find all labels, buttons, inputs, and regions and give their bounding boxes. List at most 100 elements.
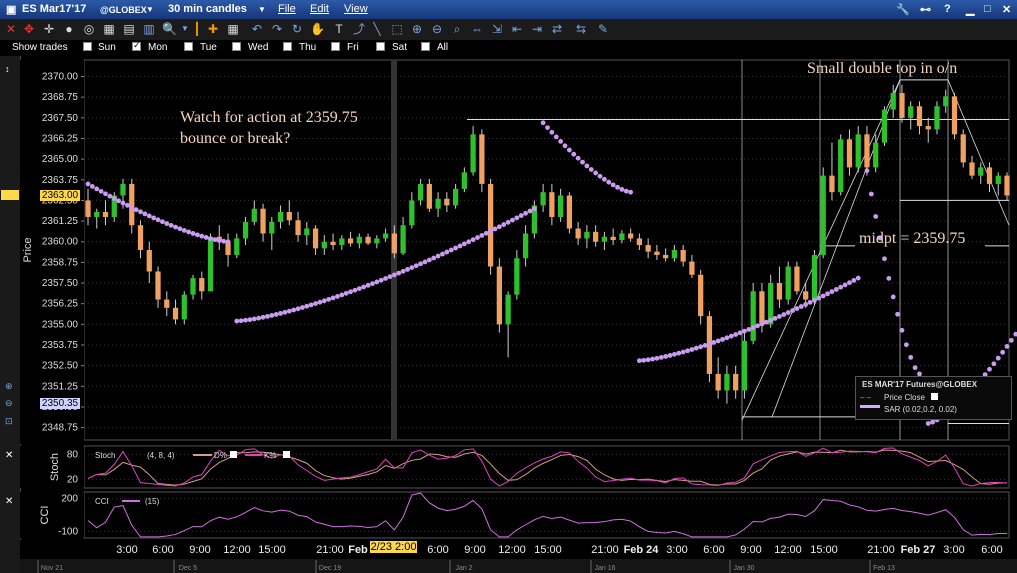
- price-chart[interactable]: 2370.00 2368.75 2367.50 2366.25 2365.00 2363.…: [0, 0, 1017, 573]
- sar-dot: [330, 295, 336, 301]
- price-tick-label: 2356.25: [42, 299, 79, 310]
- sar-dot: [273, 312, 279, 317]
- sar-dot: [545, 125, 550, 130]
- sar-dot: [742, 328, 747, 334]
- checkbox-price-close[interactable]: [931, 393, 938, 400]
- indicator-legend[interactable]: ES MAR'17 Futures@GLOBEX – – Price Close…: [855, 376, 1012, 420]
- sar-dot: [453, 245, 458, 251]
- price-tick-label: 2358.75: [42, 257, 79, 268]
- sar-dot: [111, 196, 117, 201]
- candle-body: [584, 231, 590, 239]
- time-tick-label: 12:00: [774, 544, 802, 556]
- sar-dot: [326, 296, 332, 302]
- sar-dot: [339, 292, 345, 298]
- candle-body: [645, 245, 651, 252]
- candle-body: [908, 106, 914, 118]
- overview-label: Dec 19: [319, 565, 341, 572]
- sar-dot: [882, 256, 887, 262]
- sar-dot: [256, 315, 262, 321]
- sar-dot: [807, 299, 813, 305]
- sar-dot: [186, 229, 192, 235]
- candle-body: [85, 200, 91, 217]
- sar-dot: [588, 167, 594, 172]
- sar-dot: [426, 257, 432, 263]
- sar-dot: [400, 268, 406, 274]
- sar-dot: [488, 228, 494, 234]
- sar-dot: [418, 261, 423, 267]
- sar-dot: [658, 355, 664, 360]
- sar-dot: [615, 184, 620, 190]
- sar-dot: [562, 143, 568, 149]
- sar-dot: [750, 325, 756, 331]
- time-tick-label: Feb 27: [901, 544, 936, 556]
- candle-body: [549, 192, 555, 217]
- time-tick-label: 6:00: [427, 544, 448, 556]
- sar-dot: [698, 344, 704, 350]
- sar-dot: [85, 181, 91, 187]
- sar-dot: [868, 191, 874, 197]
- candle-body: [1004, 175, 1010, 196]
- candle-body: [129, 183, 135, 226]
- candle-body: [356, 236, 362, 244]
- sar-dot: [199, 233, 205, 239]
- sar-dot: [282, 309, 288, 315]
- candle-body: [260, 208, 266, 234]
- candle-body: [575, 228, 581, 239]
- sar-dot: [676, 350, 682, 356]
- sar-dot: [707, 341, 712, 347]
- candle-body: [610, 236, 616, 241]
- sar-dot: [549, 129, 555, 135]
- sar-dot: [838, 284, 844, 290]
- sar-dot: [470, 237, 476, 243]
- candle-body: [251, 208, 257, 222]
- sar-dot: [177, 226, 183, 232]
- candle-body: [269, 221, 275, 234]
- sar-dot: [763, 319, 769, 325]
- candle-body: [899, 93, 905, 118]
- overview-label: Dec 5: [179, 565, 197, 572]
- sar-dot: [409, 265, 415, 270]
- candle-body: [94, 212, 100, 217]
- crosshair-time-tag: 2/23 2:00: [370, 541, 417, 553]
- sar-dot: [1008, 337, 1014, 343]
- sar-dot: [317, 299, 323, 305]
- sar-dot: [164, 221, 170, 226]
- sar-dot: [103, 191, 108, 197]
- candle-body: [811, 254, 818, 300]
- sar-dot: [781, 312, 787, 317]
- candle-body: [199, 278, 205, 292]
- sar-dot: [343, 290, 349, 296]
- sar-dot: [523, 210, 529, 216]
- sar-dot: [672, 351, 677, 357]
- sar-dot: [746, 326, 752, 332]
- sar-dot: [247, 317, 253, 323]
- sar-dot: [483, 230, 489, 236]
- time-tick-label: 15:00: [534, 544, 562, 556]
- candle-body: [321, 241, 327, 249]
- sar-dot: [680, 349, 686, 355]
- candle-body: [242, 221, 249, 239]
- sar-dot: [798, 304, 804, 309]
- sar-dot: [133, 207, 139, 213]
- sar-dot: [370, 281, 375, 287]
- candle-body: [776, 283, 783, 300]
- sar-dot: [790, 308, 795, 313]
- candle-body: [190, 278, 196, 295]
- candle-body: [881, 109, 888, 143]
- sar-dot: [580, 159, 585, 165]
- candle-body: [295, 220, 301, 236]
- price-tick-label: 2368.75: [42, 92, 79, 103]
- sar-dot: [623, 188, 629, 194]
- candle-body: [102, 212, 109, 217]
- candle-body: [207, 236, 214, 292]
- sar-dot: [146, 213, 152, 219]
- sar-dot: [803, 302, 809, 307]
- sar-dot: [820, 293, 826, 299]
- candle-body: [479, 134, 485, 184]
- sar-dot: [785, 310, 791, 315]
- sar-dot: [243, 317, 248, 323]
- sar-dot: [295, 306, 301, 312]
- candle-body: [391, 233, 397, 254]
- candle-body: [487, 183, 494, 267]
- sar-dot: [216, 238, 222, 243]
